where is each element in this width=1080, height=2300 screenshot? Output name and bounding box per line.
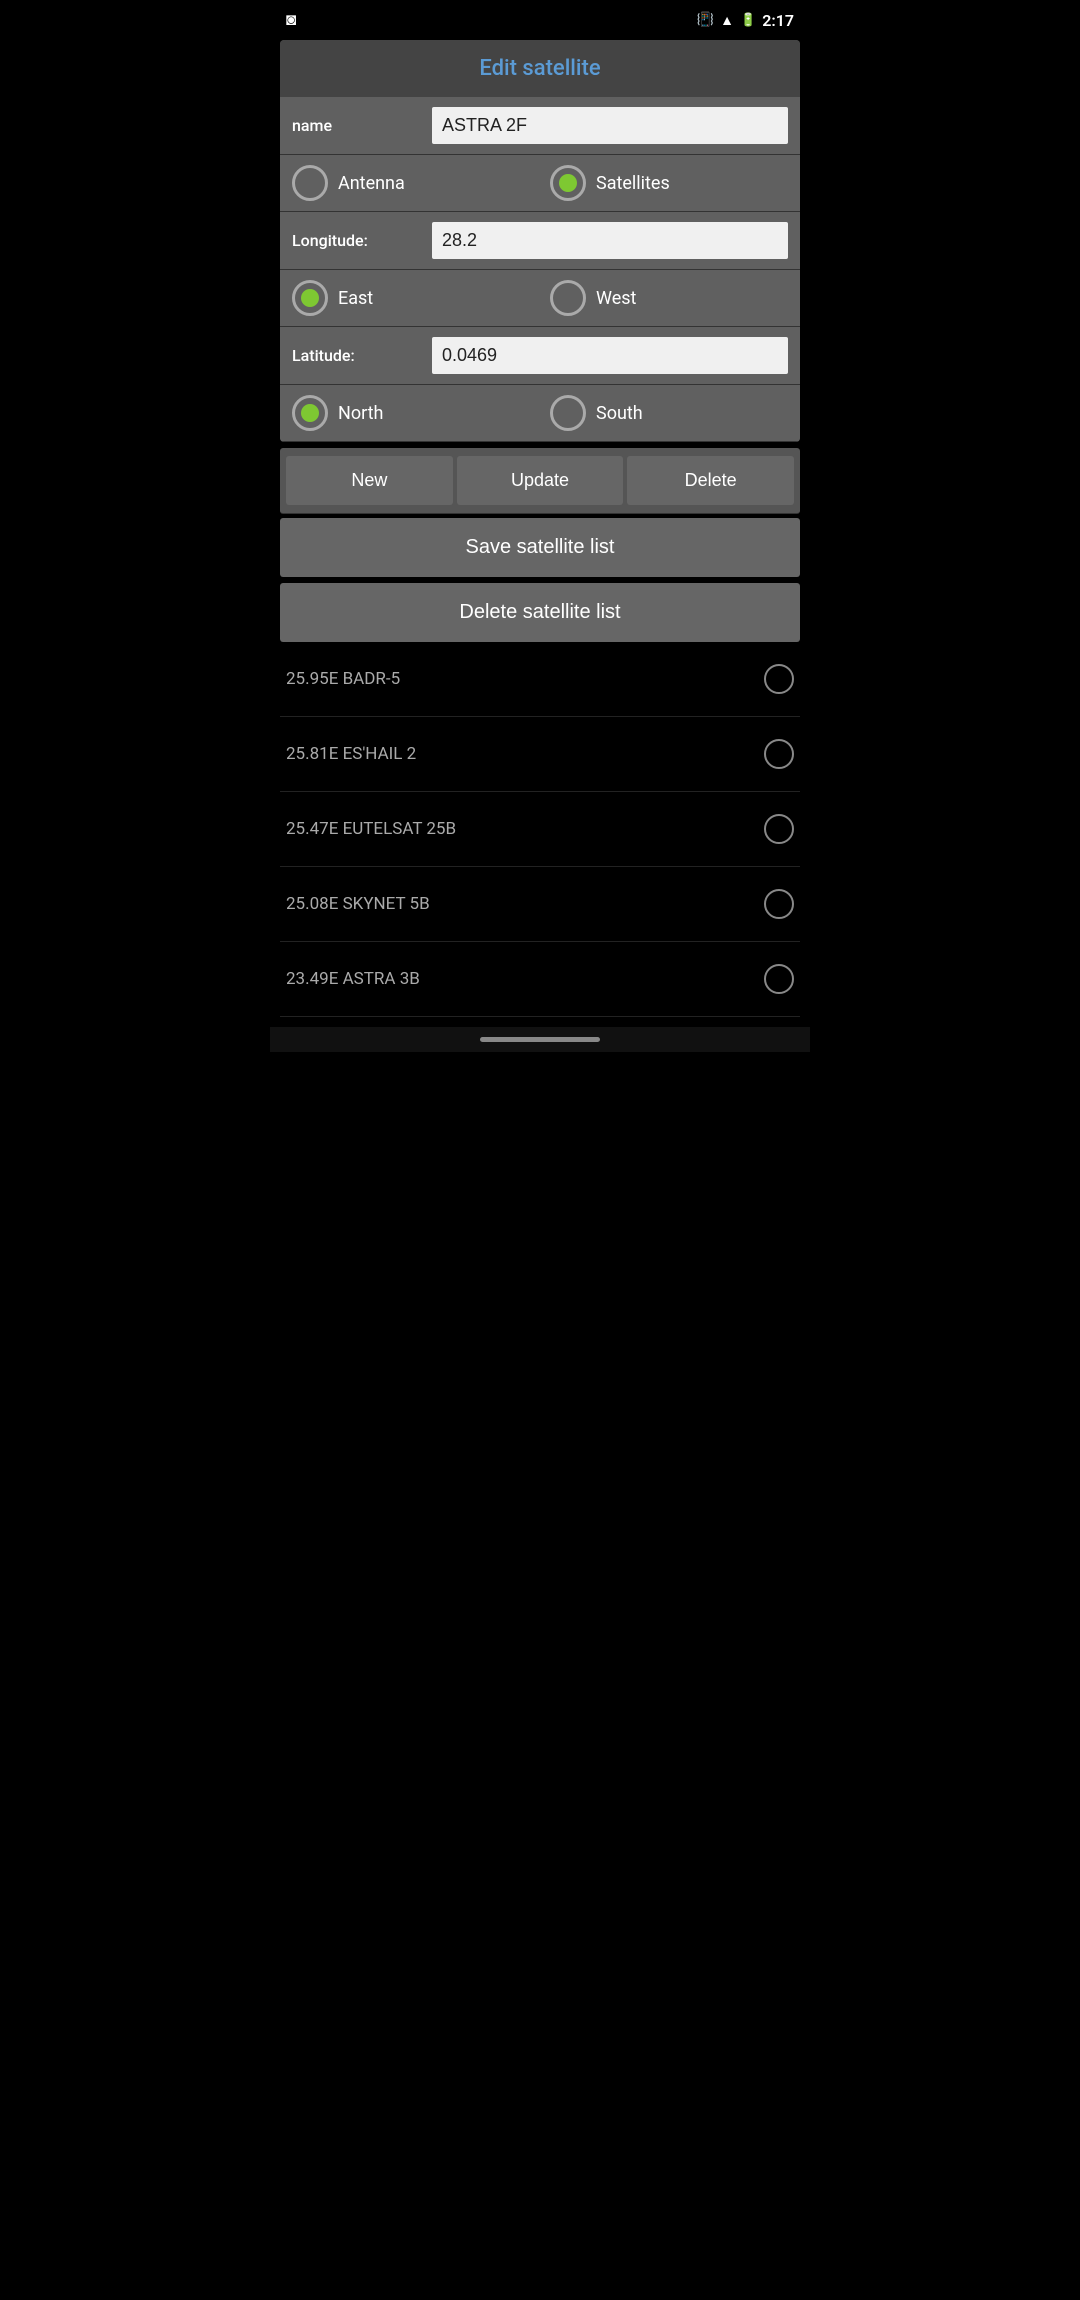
status-bar: ◙ 📳 ▲ 🔋 2:17 xyxy=(270,0,810,40)
home-indicator[interactable] xyxy=(480,1037,600,1042)
vibrate-icon: 📳 xyxy=(697,12,714,28)
name-input[interactable] xyxy=(432,107,788,144)
bottom-bar xyxy=(270,1027,810,1052)
new-button[interactable]: New xyxy=(286,456,453,505)
satellites-radio-group[interactable]: Satellites xyxy=(550,165,788,201)
delete-button[interactable]: Delete xyxy=(627,456,794,505)
longitude-input[interactable] xyxy=(432,222,788,259)
west-radio-btn[interactable] xyxy=(550,280,586,316)
east-radio-group[interactable]: East xyxy=(292,280,530,316)
edit-panel: Edit satellite name Antenna Satellites L… xyxy=(280,40,800,442)
satellite-item-label: 25.08E SKYNET 5B xyxy=(286,894,430,914)
south-label: South xyxy=(596,403,643,424)
antenna-label: Antenna xyxy=(338,173,405,194)
save-satellite-list-button[interactable]: Save satellite list xyxy=(280,518,800,577)
east-label: East xyxy=(338,288,373,309)
list-item[interactable]: 25.95E BADR-5 xyxy=(280,642,800,717)
satellite-item-label: 25.47E EUTELSAT 25B xyxy=(286,819,456,839)
list-item[interactable]: 25.81E ES'HAIL 2 xyxy=(280,717,800,792)
status-left-icons: ◙ xyxy=(286,10,296,30)
satellite-item-radio[interactable] xyxy=(764,889,794,919)
satellite-item-radio[interactable] xyxy=(764,664,794,694)
clock: 2:17 xyxy=(762,11,794,30)
latitude-label: Latitude: xyxy=(292,346,422,365)
battery-icon: 🔋 xyxy=(740,13,756,28)
delete-satellite-list-button[interactable]: Delete satellite list xyxy=(280,583,800,642)
satellite-list: 25.95E BADR-5 25.81E ES'HAIL 2 25.47E EU… xyxy=(270,642,810,1017)
type-radio-row: Antenna Satellites xyxy=(280,155,800,212)
name-label: name xyxy=(292,116,422,135)
list-item[interactable]: 25.08E SKYNET 5B xyxy=(280,867,800,942)
at-icon: ◙ xyxy=(286,10,296,30)
antenna-radio-group[interactable]: Antenna xyxy=(292,165,530,201)
latitude-input[interactable] xyxy=(432,337,788,374)
list-item[interactable]: 23.49E ASTRA 3B xyxy=(280,942,800,1017)
list-item[interactable]: 25.47E EUTELSAT 25B xyxy=(280,792,800,867)
wifi-icon: ▲ xyxy=(720,12,734,29)
satellites-label: Satellites xyxy=(596,173,670,194)
longitude-row: Longitude: xyxy=(280,212,800,270)
north-radio-dot xyxy=(301,404,319,422)
ns-radio-row: North South xyxy=(280,385,800,442)
satellite-item-label: 23.49E ASTRA 3B xyxy=(286,969,420,989)
satellite-item-radio[interactable] xyxy=(764,964,794,994)
ew-radio-row: East West xyxy=(280,270,800,327)
antenna-radio-btn[interactable] xyxy=(292,165,328,201)
west-label: West xyxy=(596,288,636,309)
east-radio-btn[interactable] xyxy=(292,280,328,316)
north-radio-group[interactable]: North xyxy=(292,395,530,431)
east-radio-dot xyxy=(301,289,319,307)
north-label: North xyxy=(338,403,383,424)
satellite-item-radio[interactable] xyxy=(764,739,794,769)
west-radio-group[interactable]: West xyxy=(550,280,788,316)
satellite-item-radio[interactable] xyxy=(764,814,794,844)
edit-title: Edit satellite xyxy=(280,40,800,97)
satellites-radio-btn[interactable] xyxy=(550,165,586,201)
satellite-item-label: 25.81E ES'HAIL 2 xyxy=(286,744,416,764)
name-row: name xyxy=(280,97,800,155)
update-button[interactable]: Update xyxy=(457,456,624,505)
north-radio-btn[interactable] xyxy=(292,395,328,431)
satellites-radio-dot xyxy=(559,174,577,192)
south-radio-group[interactable]: South xyxy=(550,395,788,431)
satellite-item-label: 25.95E BADR-5 xyxy=(286,669,400,689)
latitude-row: Latitude: xyxy=(280,327,800,385)
status-right-icons: 📳 ▲ 🔋 2:17 xyxy=(697,11,794,30)
action-buttons-row: New Update Delete xyxy=(280,448,800,514)
longitude-label: Longitude: xyxy=(292,231,422,250)
south-radio-btn[interactable] xyxy=(550,395,586,431)
